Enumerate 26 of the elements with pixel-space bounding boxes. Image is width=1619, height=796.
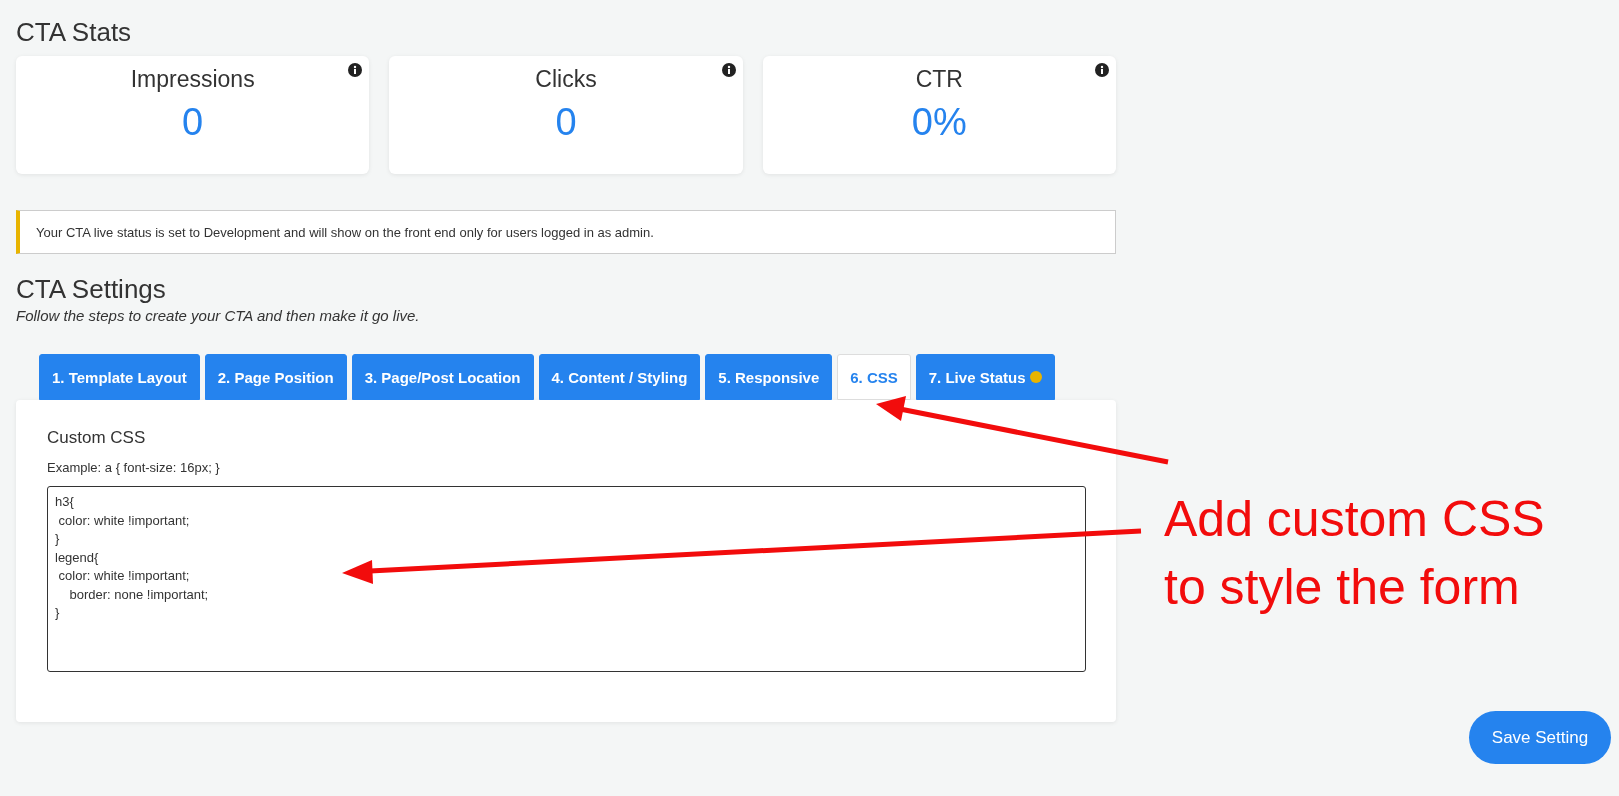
annotation-text: Add custom CSS [1164, 490, 1545, 549]
info-icon[interactable] [1095, 63, 1109, 77]
annotation-text: to style the form [1164, 558, 1521, 617]
field-hint: Example: a { font-size: 16px; } [47, 460, 221, 475]
step-tab[interactable]: 3. Page/Post Location [351, 354, 534, 400]
step-tab[interactable]: 4. Content / Styling [538, 354, 701, 400]
save-button[interactable]: Save Setting [1469, 711, 1611, 764]
stat-label: CTR [915, 66, 963, 93]
section-title: CTA Settings [16, 274, 167, 305]
stat-value: 0 [182, 101, 204, 144]
stat-label: Impressions [130, 66, 255, 93]
info-icon[interactable] [348, 63, 363, 77]
step-tab[interactable]: 5. Responsive [705, 354, 833, 400]
field-label: Custom CSS [47, 428, 147, 448]
step-tab[interactable]: 6. CSS [837, 354, 911, 400]
info-icon[interactable] [721, 63, 736, 77]
stat-value: 0% [911, 101, 967, 144]
section-subtitle: Follow the steps to create your CTA and then make it go live. [16, 307, 421, 324]
step-tab[interactable]: 2. Page Position [204, 354, 347, 400]
stat-value: 0 [555, 101, 577, 144]
step-tab[interactable]: 1. Template Layout [39, 354, 200, 400]
step-tab[interactable]: 7. Live Status [915, 354, 1056, 400]
section-title: CTA Stats [16, 17, 133, 48]
notice-text: Your CTA live status is set to Development and will show on the front end only for users logged in as admin. [36, 224, 654, 240]
stat-label: Clicks [535, 66, 597, 93]
code-field[interactable]: h3{ color: white !important; } legend{ color: white !important; border: none !important; } [47, 486, 1086, 672]
